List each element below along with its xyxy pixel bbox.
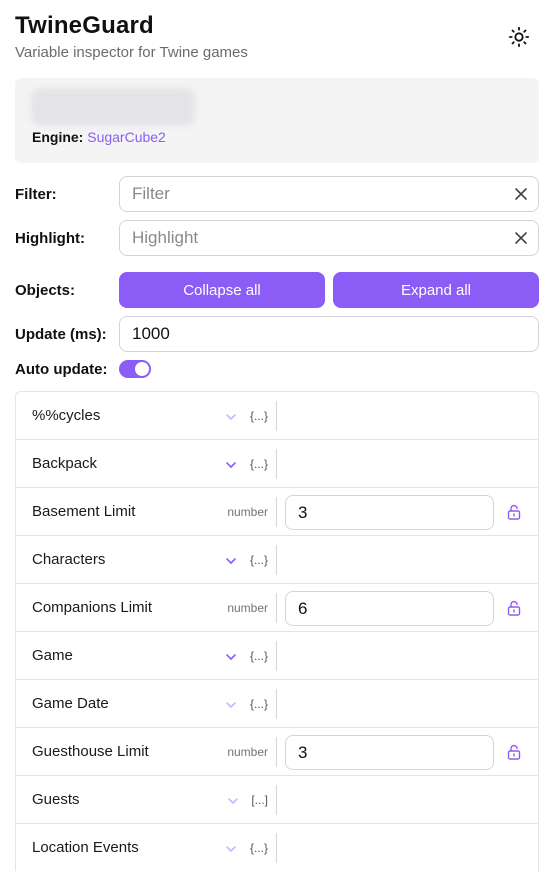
type-badge: {...} <box>249 841 268 855</box>
variable-row: Game {...} <box>16 632 538 680</box>
type-badge: {...} <box>249 457 268 471</box>
variable-name: Characters <box>32 551 106 568</box>
variable-row: Location Events {...} <box>16 824 538 871</box>
variable-name: Location Events <box>32 839 139 856</box>
variable-row: Companions Limit number <box>16 584 538 632</box>
clear-highlight-icon[interactable] <box>514 231 528 245</box>
update-field <box>119 316 539 352</box>
filter-label: Filter: <box>15 186 57 203</box>
engine-label: Engine: <box>32 129 84 145</box>
variable-name: %%cycles <box>32 407 101 424</box>
toggle-knob <box>135 362 149 376</box>
column-divider <box>276 545 277 575</box>
app-subtitle: Variable inspector for Twine games <box>15 44 248 61</box>
column-divider <box>276 833 277 863</box>
variable-name: Guests <box>32 791 80 808</box>
type-badge: {...} <box>249 409 268 423</box>
objects-label: Objects: <box>15 282 76 299</box>
variable-name: Backpack <box>32 455 98 472</box>
auto-update-label: Auto update: <box>15 361 108 378</box>
chevron-down-icon[interactable] <box>225 458 237 470</box>
collapse-all-button[interactable]: Collapse all <box>119 272 325 308</box>
variable-row: Basement Limit number <box>16 488 538 536</box>
chevron-down-icon[interactable] <box>225 554 237 566</box>
variable-value-input[interactable] <box>286 592 476 625</box>
variable-name: Basement Limit <box>32 503 136 520</box>
variable-value-field <box>285 591 494 626</box>
type-badge: {...} <box>249 697 268 711</box>
variable-type: number <box>227 745 268 759</box>
unlock-icon[interactable] <box>507 744 521 760</box>
column-divider <box>276 785 277 815</box>
chevron-down-icon[interactable] <box>225 650 237 662</box>
info-card: Engine: SugarCube2 <box>15 78 539 163</box>
highlight-input[interactable] <box>120 221 500 255</box>
column-divider <box>276 497 277 527</box>
variable-type: number <box>227 601 268 615</box>
type-badge: {...} <box>249 649 268 663</box>
highlight-label: Highlight: <box>15 230 85 247</box>
unlock-icon[interactable] <box>507 504 521 520</box>
blurred-game-title <box>31 88 195 126</box>
chevron-down-icon[interactable] <box>225 410 237 422</box>
app-title: TwineGuard <box>15 12 154 39</box>
variable-name: Guesthouse Limit <box>32 743 149 760</box>
variable-row: Guesthouse Limit number <box>16 728 538 776</box>
column-divider <box>276 593 277 623</box>
header: TwineGuard Variable inspector for Twine … <box>15 10 540 66</box>
variable-type: number <box>227 505 268 519</box>
column-divider <box>276 689 277 719</box>
type-badge: {...} <box>249 553 268 567</box>
chevron-down-icon[interactable] <box>225 842 237 854</box>
variable-name: Game Date <box>32 695 109 712</box>
sun-icon[interactable] <box>508 26 530 48</box>
engine-value: SugarCube2 <box>87 129 166 145</box>
variable-row: Guests [...] <box>16 776 538 824</box>
variable-row: Characters {...} <box>16 536 538 584</box>
variable-value-field <box>285 735 494 770</box>
variable-name: Game <box>32 647 73 664</box>
column-divider <box>276 401 277 431</box>
unlock-icon[interactable] <box>507 600 521 616</box>
variable-row: %%cycles {...} <box>16 392 538 440</box>
engine-row: Engine: SugarCube2 <box>32 129 166 145</box>
variable-value-input[interactable] <box>286 736 476 769</box>
update-input[interactable] <box>120 317 500 351</box>
variable-row: Backpack {...} <box>16 440 538 488</box>
highlight-field <box>119 220 539 256</box>
type-badge: [...] <box>251 793 268 807</box>
filter-field <box>119 176 539 212</box>
chevron-down-icon[interactable] <box>225 698 237 710</box>
variable-row: Game Date {...} <box>16 680 538 728</box>
variable-name: Companions Limit <box>32 599 153 616</box>
variable-value-field <box>285 495 494 530</box>
update-label: Update (ms): <box>15 326 107 343</box>
column-divider <box>276 449 277 479</box>
column-divider <box>276 641 277 671</box>
auto-update-toggle[interactable] <box>119 360 151 378</box>
filter-input[interactable] <box>120 177 500 211</box>
variable-value-input[interactable] <box>286 496 476 529</box>
chevron-down-icon[interactable] <box>227 794 239 806</box>
clear-filter-icon[interactable] <box>514 187 528 201</box>
expand-all-button[interactable]: Expand all <box>333 272 539 308</box>
variables-table: %%cycles {...} Backpack {...} Basement Limit… <box>15 391 539 871</box>
column-divider <box>276 737 277 767</box>
